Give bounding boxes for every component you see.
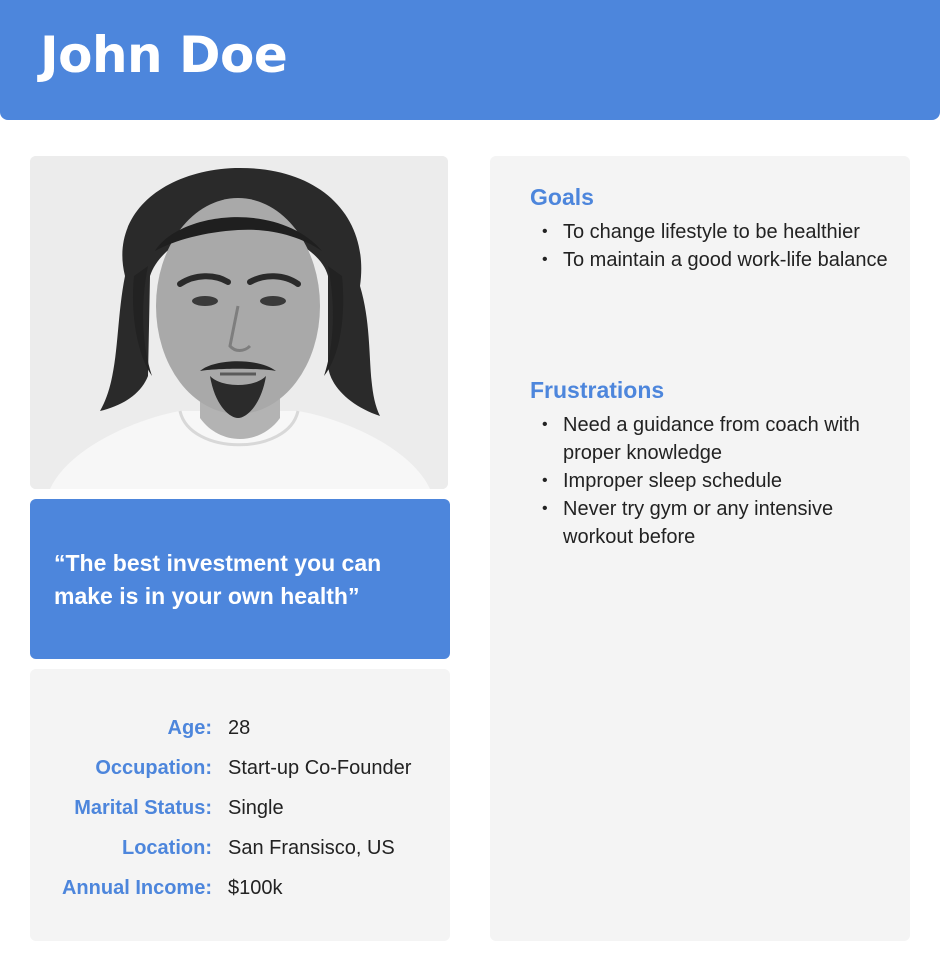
goals-title: Goals (530, 184, 594, 210)
bullet-icon: • (542, 500, 548, 517)
detail-row-location: Location: San Fransisco, US (30, 833, 450, 863)
goal-text: To change lifestyle to be healthier (563, 221, 860, 243)
bullet-icon: • (542, 416, 548, 433)
bullet-icon: • (542, 472, 548, 489)
list-item: • Need a guidance from coach with proper … (530, 411, 890, 467)
goals-list: • To change lifestyle to be healthier • To… (530, 218, 890, 274)
goals-frustrations-card: Goals • To change lifestyle to be healthi… (490, 156, 910, 941)
list-item: • To maintain a good work-life balance (530, 246, 890, 274)
details-card: Age: 28 Occupation: Start-up Co-Founder … (30, 669, 450, 941)
bullet-icon: • (542, 223, 548, 240)
persona-photo (30, 156, 448, 489)
detail-value: Start-up Co-Founder (228, 757, 412, 779)
bullet-icon: • (542, 251, 548, 268)
detail-value: 28 (228, 717, 251, 739)
frustration-text: Never try gym or any intensive workout b… (563, 498, 834, 548)
frustration-text: Improper sleep schedule (563, 470, 783, 492)
detail-label: Age: (167, 717, 212, 739)
list-item: • To change lifestyle to be healthier (530, 218, 890, 246)
quote-card: “The best investment you can make is in … (30, 499, 450, 659)
frustrations-title: Frustrations (530, 377, 665, 403)
detail-label: Location: (122, 837, 212, 859)
detail-value: Single (228, 797, 284, 819)
detail-label: Occupation: (95, 757, 212, 779)
detail-row-occupation: Occupation: Start-up Co-Founder (30, 753, 450, 783)
detail-label: Marital Status: (74, 797, 212, 819)
detail-row-annual-income: Annual Income: $100k (30, 873, 450, 903)
detail-label: Annual Income: (61, 877, 212, 899)
frustration-text: Need a guidance from coach with proper k… (563, 414, 860, 464)
detail-row-age: Age: 28 (30, 713, 450, 743)
persona-quote: “The best investment you can make is in … (54, 550, 382, 609)
header-banner: John Doe (0, 0, 940, 120)
detail-value: San Fransisco, US (228, 837, 395, 859)
detail-value: $100k (228, 877, 283, 899)
frustrations-list: • Need a guidance from coach with proper … (530, 411, 890, 551)
detail-row-marital-status: Marital Status: Single (30, 793, 450, 823)
persona-name: John Doe (40, 26, 288, 84)
list-item: • Never try gym or any intensive workout … (530, 495, 890, 551)
goal-text: To maintain a good work-life balance (563, 249, 888, 271)
list-item: • Improper sleep schedule (530, 467, 890, 495)
